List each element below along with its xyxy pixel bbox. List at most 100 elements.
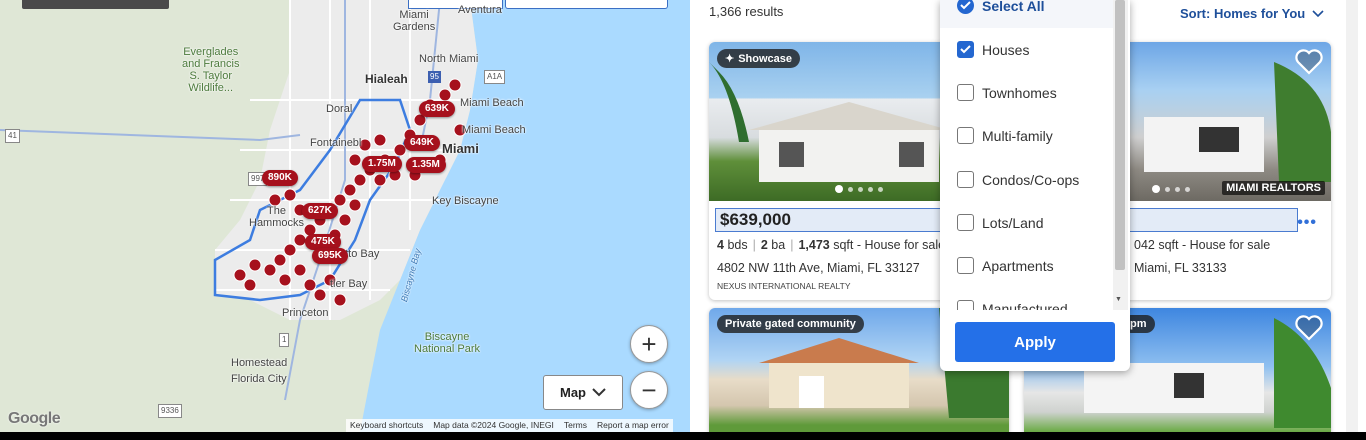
place-the-hammocks: The Hammocks	[249, 205, 305, 229]
baths-unit: ba	[771, 238, 786, 252]
route-41-shield: 41	[5, 129, 20, 143]
price-pin[interactable]: 639K	[419, 101, 455, 117]
apply-button[interactable]: Apply	[955, 322, 1115, 362]
mls-logo: MIAMI REALTORS	[1222, 181, 1325, 195]
app-root: Everglades and Francis S. Taylor Wildlif…	[0, 0, 1366, 432]
checkbox-label: Condos/Co-ops	[982, 171, 1080, 188]
place-everglades: Everglades and Francis S. Taylor Wildlif…	[182, 46, 240, 94]
place-miami-beach: Miami Beach	[460, 97, 524, 109]
checkbox-condos[interactable]: Condos/Co-ops	[957, 171, 1079, 188]
price-pin[interactable]: 695K	[312, 248, 348, 264]
checkbox-box	[957, 171, 974, 188]
checkbox-label: Townhomes	[982, 84, 1057, 101]
beds-count: 4	[717, 238, 724, 252]
photo-carousel-dots[interactable]	[835, 185, 883, 193]
place-cutler-bay: tler Bay	[330, 278, 368, 290]
checkbox-label: Apartments	[982, 257, 1054, 274]
map-type-label: Map	[560, 385, 586, 400]
baths-count: 2	[760, 238, 768, 252]
more-options-icon[interactable]: •••	[1297, 214, 1317, 232]
heart-icon[interactable]	[1295, 49, 1323, 75]
checkbox-label: Manufactured	[982, 300, 1068, 311]
sqft-value: 1,473	[798, 238, 830, 252]
beds-unit: bds	[727, 238, 748, 252]
price-pin[interactable]: 1.35M	[406, 157, 446, 173]
partial-item-clip: Manufactured	[940, 298, 1113, 310]
place-hialeah: Hialeah	[365, 72, 408, 86]
results-scrollbar[interactable]	[1346, 0, 1358, 432]
place-florida-city: Florida City	[231, 373, 287, 385]
price-pin[interactable]: 890K	[262, 170, 298, 186]
checkbox-label: Multi-family	[982, 127, 1053, 144]
window-bottom-edge	[0, 432, 1366, 440]
listing-details: 4 bds | 2 ba | 1,473 sqft - House for sale	[717, 238, 946, 252]
checkbox-box	[957, 257, 974, 274]
sqft-tail: sqft - House for sale	[1158, 238, 1271, 252]
keyboard-shortcuts-link[interactable]: Keyboard shortcuts	[350, 420, 423, 431]
checkbox-manufactured[interactable]: Manufactured	[957, 300, 1068, 310]
zoom-in-button[interactable]: +	[630, 325, 668, 363]
price-pin[interactable]: 649K	[404, 135, 440, 151]
check-icon	[957, 0, 974, 14]
route-1-shield: 1	[279, 333, 290, 347]
map-data-text: Map data ©2024 Google, INEGI	[433, 420, 554, 430]
checkbox-label: Houses	[982, 41, 1030, 58]
checkbox-label: Lots/Land	[982, 214, 1044, 231]
checkbox-label: Select All	[982, 0, 1045, 14]
sort-label: Sort: Homes for You	[1180, 6, 1306, 21]
checkbox-townhomes[interactable]: Townhomes	[957, 84, 1057, 101]
sqft-tail: sqft - House for sale	[833, 238, 946, 252]
checkbox-multi-family[interactable]: Multi-family	[957, 127, 1053, 144]
heart-icon[interactable]	[1295, 315, 1323, 341]
chevron-down-icon	[1312, 9, 1324, 17]
listing-address[interactable]: Miami, FL 33133	[1134, 261, 1227, 275]
sort-dropdown[interactable]: Sort: Homes for You	[1180, 6, 1324, 21]
map-view[interactable]: Everglades and Francis S. Taylor Wildlif…	[0, 0, 690, 432]
checkbox-box	[957, 84, 974, 101]
checkbox-box	[957, 127, 974, 144]
checkbox-box	[957, 214, 974, 231]
report-error-link[interactable]: Report a map error	[597, 420, 669, 431]
checkbox-select-all[interactable]: Select All	[957, 0, 1045, 14]
price-pin[interactable]: 627K	[302, 203, 338, 219]
checkbox-lots-land[interactable]: Lots/Land	[957, 214, 1044, 231]
place-key-biscayne: Key Biscayne	[432, 195, 499, 207]
check-icon	[957, 41, 974, 58]
terms-link[interactable]: Terms	[564, 420, 587, 431]
place-fontainebleau: Fontainebl	[310, 137, 362, 149]
map-overlay-tab[interactable]	[22, 0, 169, 9]
place-princeton: Princeton	[282, 307, 329, 319]
sqft-partial: 042	[1134, 238, 1155, 252]
zoom-out-button[interactable]: −	[630, 371, 668, 409]
chevron-down-icon	[592, 388, 606, 397]
place-miami: Miami	[442, 141, 479, 156]
place-miami-beach-2: Miami Beach	[462, 124, 526, 136]
badge-label: Showcase	[738, 52, 793, 65]
scroll-down-arrow-icon[interactable]: ▼	[1115, 296, 1122, 303]
listing-details: 042 sqft - House for sale	[1134, 238, 1270, 252]
route-9336-shield: 9336	[158, 404, 182, 418]
route-95-shield: 95	[428, 71, 441, 83]
checkbox-box	[957, 300, 974, 310]
place-homestead: Homestead	[231, 357, 288, 369]
listing-badge: ✦ Showcase	[717, 49, 801, 68]
checkbox-apartments[interactable]: Apartments	[957, 257, 1054, 274]
photo-carousel-dots[interactable]	[1152, 185, 1190, 193]
map-search-field-right[interactable]	[505, 0, 668, 9]
sparkle-icon: ✦	[725, 53, 735, 65]
place-north-miami: North Miami	[419, 53, 479, 65]
place-biscayne-park: Biscayne National Park	[414, 331, 481, 355]
map-type-dropdown[interactable]: Map	[543, 375, 623, 410]
dropdown-scroll-thumb[interactable]	[1115, 0, 1125, 270]
place-doral: Doral	[326, 103, 353, 115]
listing-address[interactable]: 4802 NW 11th Ave, Miami, FL 33127	[717, 261, 920, 275]
results-count: 1,366 results	[709, 4, 784, 19]
price-pin[interactable]: 1.75M	[362, 156, 402, 172]
checkbox-houses[interactable]: Houses	[957, 41, 1029, 58]
map-attribution: Keyboard shortcuts Map data ©2024 Google…	[346, 419, 673, 432]
place-aventura: Aventura	[458, 4, 502, 16]
listing-broker: NEXUS INTERNATIONAL REALTY	[717, 281, 851, 291]
listing-badge: Private gated community	[717, 315, 864, 333]
map-canvas	[0, 0, 690, 432]
place-miami-gardens: Miami Gardens	[393, 9, 436, 33]
